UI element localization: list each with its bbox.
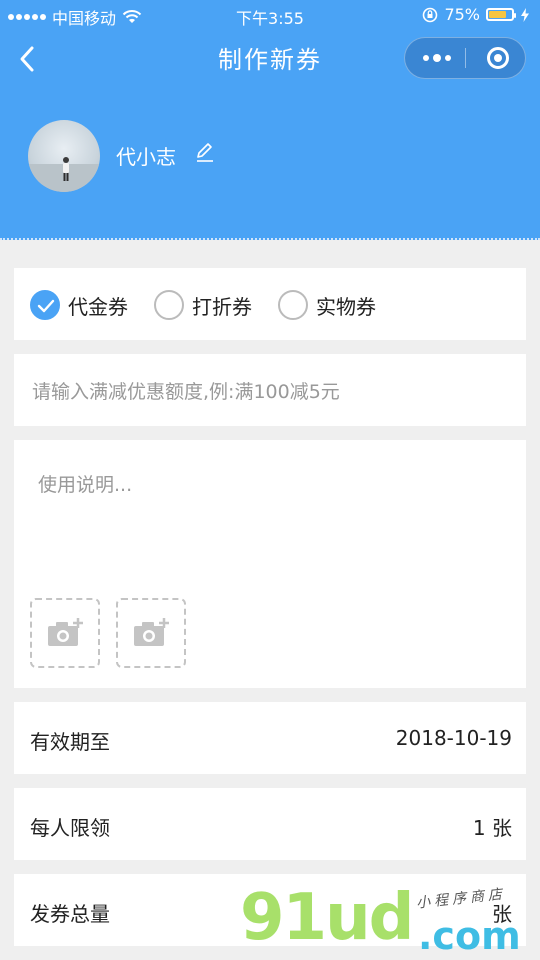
watermark-domain: .com: [418, 914, 521, 958]
expiry-row[interactable]: 有效期至 2018-10-19: [14, 702, 526, 774]
avatar-figure-icon: [28, 157, 100, 192]
status-bar: 中国移动 下午3:55 75%: [0, 0, 540, 30]
expiry-label: 有效期至: [30, 730, 110, 754]
usage-description-input[interactable]: [36, 468, 510, 572]
avatar: [28, 120, 100, 192]
capsule-divider: [465, 48, 466, 68]
battery-percent: 75%: [444, 5, 480, 24]
radio-discount[interactable]: 打折券: [154, 288, 252, 322]
radio-physical[interactable]: 实物券: [278, 288, 376, 322]
orientation-lock-icon: [423, 7, 438, 22]
limit-value[interactable]: 1 张: [473, 812, 512, 841]
watermark-main: 91ud: [240, 881, 414, 955]
radio-label: 实物券: [316, 294, 376, 319]
radio-label: 代金券: [68, 294, 128, 319]
limit-row[interactable]: 每人限领 1 张: [14, 788, 526, 860]
status-right: 75%: [422, 5, 530, 24]
unchecked-circle-icon: [278, 290, 308, 320]
more-icon[interactable]: [423, 50, 451, 66]
close-target-icon[interactable]: [487, 47, 509, 69]
miniprogram-capsule: [404, 37, 526, 79]
watermark-logo: 91ud .com 小程序商店: [240, 880, 530, 960]
add-photo-button[interactable]: [30, 598, 100, 668]
navigation-bar: 制作新券: [0, 30, 540, 88]
radio-voucher[interactable]: 代金券: [30, 288, 128, 322]
description-card: [14, 440, 526, 688]
unchecked-circle-icon: [154, 290, 184, 320]
charging-icon: [521, 7, 529, 22]
camera-plus-icon: [134, 618, 169, 646]
watermark-handwriting: 小程序商店: [415, 886, 507, 912]
discount-amount-input[interactable]: [30, 376, 514, 408]
radio-label: 打折券: [192, 294, 252, 319]
header: 中国移动 下午3:55 75% 制作新券 代小志: [0, 0, 540, 240]
profile-name: 代小志: [116, 145, 176, 169]
camera-plus-icon: [48, 618, 83, 646]
limit-label: 每人限领: [30, 816, 110, 840]
coupon-type-card: 代金券 打折券 实物券: [14, 268, 526, 340]
add-photo-button[interactable]: [116, 598, 186, 668]
checked-circle-icon: [30, 290, 60, 320]
expiry-date-value[interactable]: 2018-10-19: [396, 726, 512, 750]
amount-card: [14, 354, 526, 426]
battery-icon: [486, 8, 516, 21]
edit-pencil-icon[interactable]: [195, 141, 215, 163]
total-label: 发券总量: [30, 902, 110, 926]
